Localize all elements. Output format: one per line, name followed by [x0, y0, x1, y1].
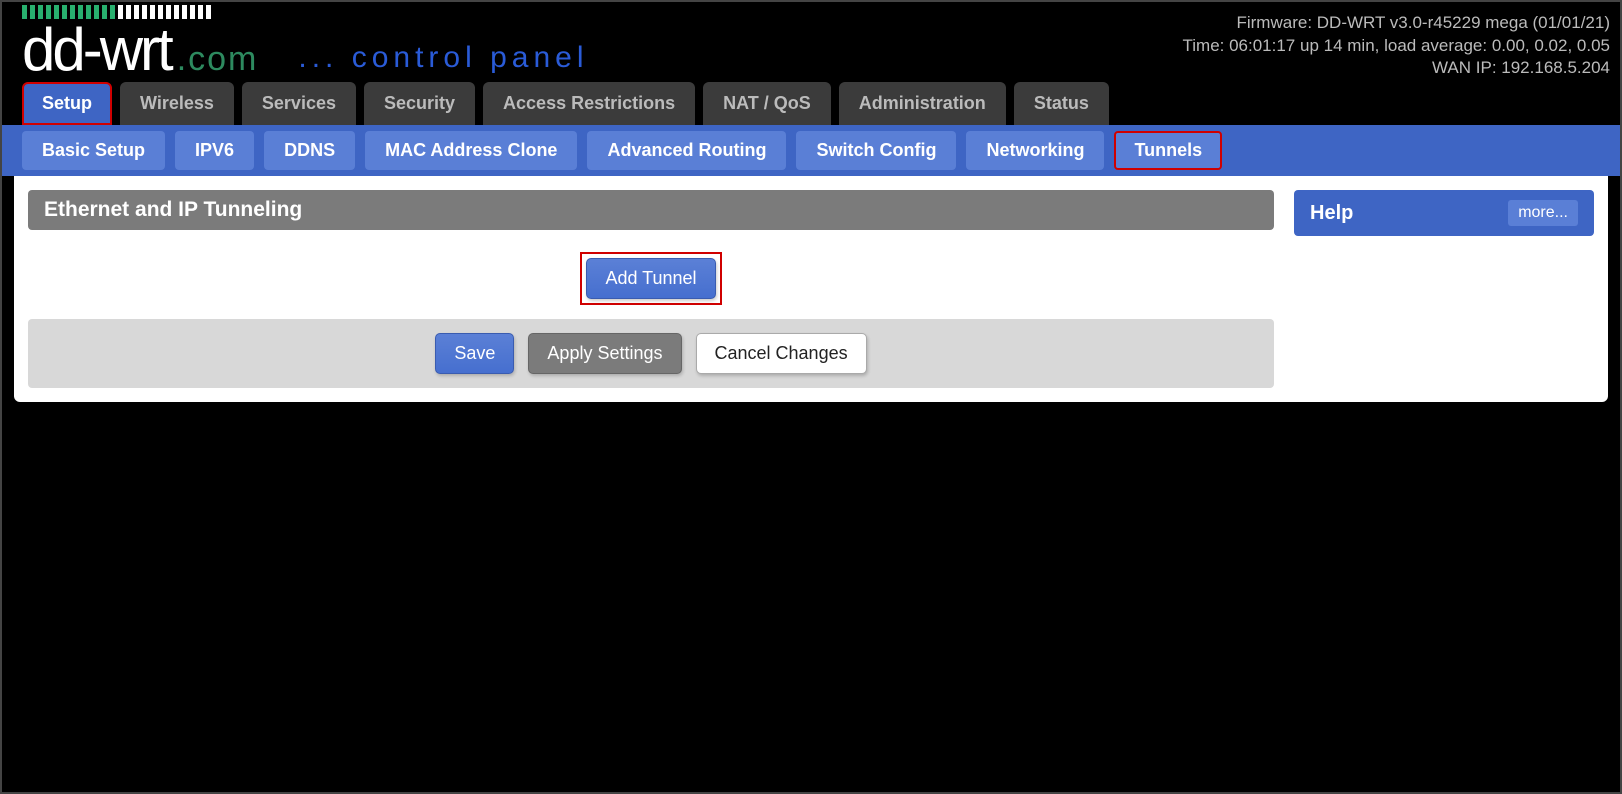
- main-tabs: Setup Wireless Services Security Access …: [2, 82, 1620, 125]
- status-info: Firmware: DD-WRT v3.0-r45229 mega (01/01…: [1183, 4, 1611, 81]
- save-button[interactable]: Save: [435, 333, 514, 374]
- content: Ethernet and IP Tunneling Add Tunnel Sav…: [14, 176, 1608, 402]
- subtab-ipv6[interactable]: IPV6: [175, 131, 254, 170]
- logo-text: dd-wrt.com: [22, 23, 258, 79]
- subtab-switch-config[interactable]: Switch Config: [796, 131, 956, 170]
- wan-ip-label: WAN IP: 192.168.5.204: [1183, 57, 1611, 80]
- main-column: Ethernet and IP Tunneling Add Tunnel Sav…: [28, 190, 1274, 388]
- cancel-changes-button[interactable]: Cancel Changes: [696, 333, 867, 374]
- tab-services[interactable]: Services: [242, 82, 356, 125]
- tab-administration[interactable]: Administration: [839, 82, 1006, 125]
- logo-wrap: dd-wrt.com ... control panel: [22, 5, 589, 79]
- tab-status[interactable]: Status: [1014, 82, 1109, 125]
- help-title: Help: [1310, 202, 1353, 225]
- tab-wireless[interactable]: Wireless: [120, 82, 234, 125]
- subtab-ddns[interactable]: DDNS: [264, 131, 355, 170]
- subtab-basic-setup[interactable]: Basic Setup: [22, 131, 165, 170]
- tab-nat-qos[interactable]: NAT / QoS: [703, 82, 831, 125]
- add-tunnel-button[interactable]: Add Tunnel: [586, 258, 715, 299]
- subtab-mac-clone[interactable]: MAC Address Clone: [365, 131, 577, 170]
- logo: dd-wrt.com: [22, 5, 258, 79]
- tab-access-restrictions[interactable]: Access Restrictions: [483, 82, 695, 125]
- subtab-tunnels[interactable]: Tunnels: [1114, 131, 1222, 170]
- action-bar: Save Apply Settings Cancel Changes: [28, 319, 1274, 388]
- add-tunnel-highlight: Add Tunnel: [580, 252, 721, 305]
- side-column: Help more...: [1294, 190, 1594, 388]
- page-root: dd-wrt.com ... control panel Firmware: D…: [0, 0, 1622, 794]
- control-panel-label: ... control panel: [298, 41, 588, 79]
- help-panel: Help more...: [1294, 190, 1594, 236]
- tab-setup[interactable]: Setup: [22, 82, 112, 125]
- tab-security[interactable]: Security: [364, 82, 475, 125]
- header: dd-wrt.com ... control panel Firmware: D…: [2, 2, 1620, 82]
- help-more-link[interactable]: more...: [1508, 200, 1578, 226]
- apply-settings-button[interactable]: Apply Settings: [528, 333, 681, 374]
- tunnel-area: Add Tunnel: [28, 230, 1274, 313]
- time-label: Time: 06:01:17 up 14 min, load average: …: [1183, 35, 1611, 58]
- subtab-advanced-routing[interactable]: Advanced Routing: [587, 131, 786, 170]
- section-title: Ethernet and IP Tunneling: [28, 190, 1274, 230]
- sub-nav: Basic Setup IPV6 DDNS MAC Address Clone …: [2, 125, 1620, 176]
- subtab-networking[interactable]: Networking: [966, 131, 1104, 170]
- firmware-label: Firmware: DD-WRT v3.0-r45229 mega (01/01…: [1183, 12, 1611, 35]
